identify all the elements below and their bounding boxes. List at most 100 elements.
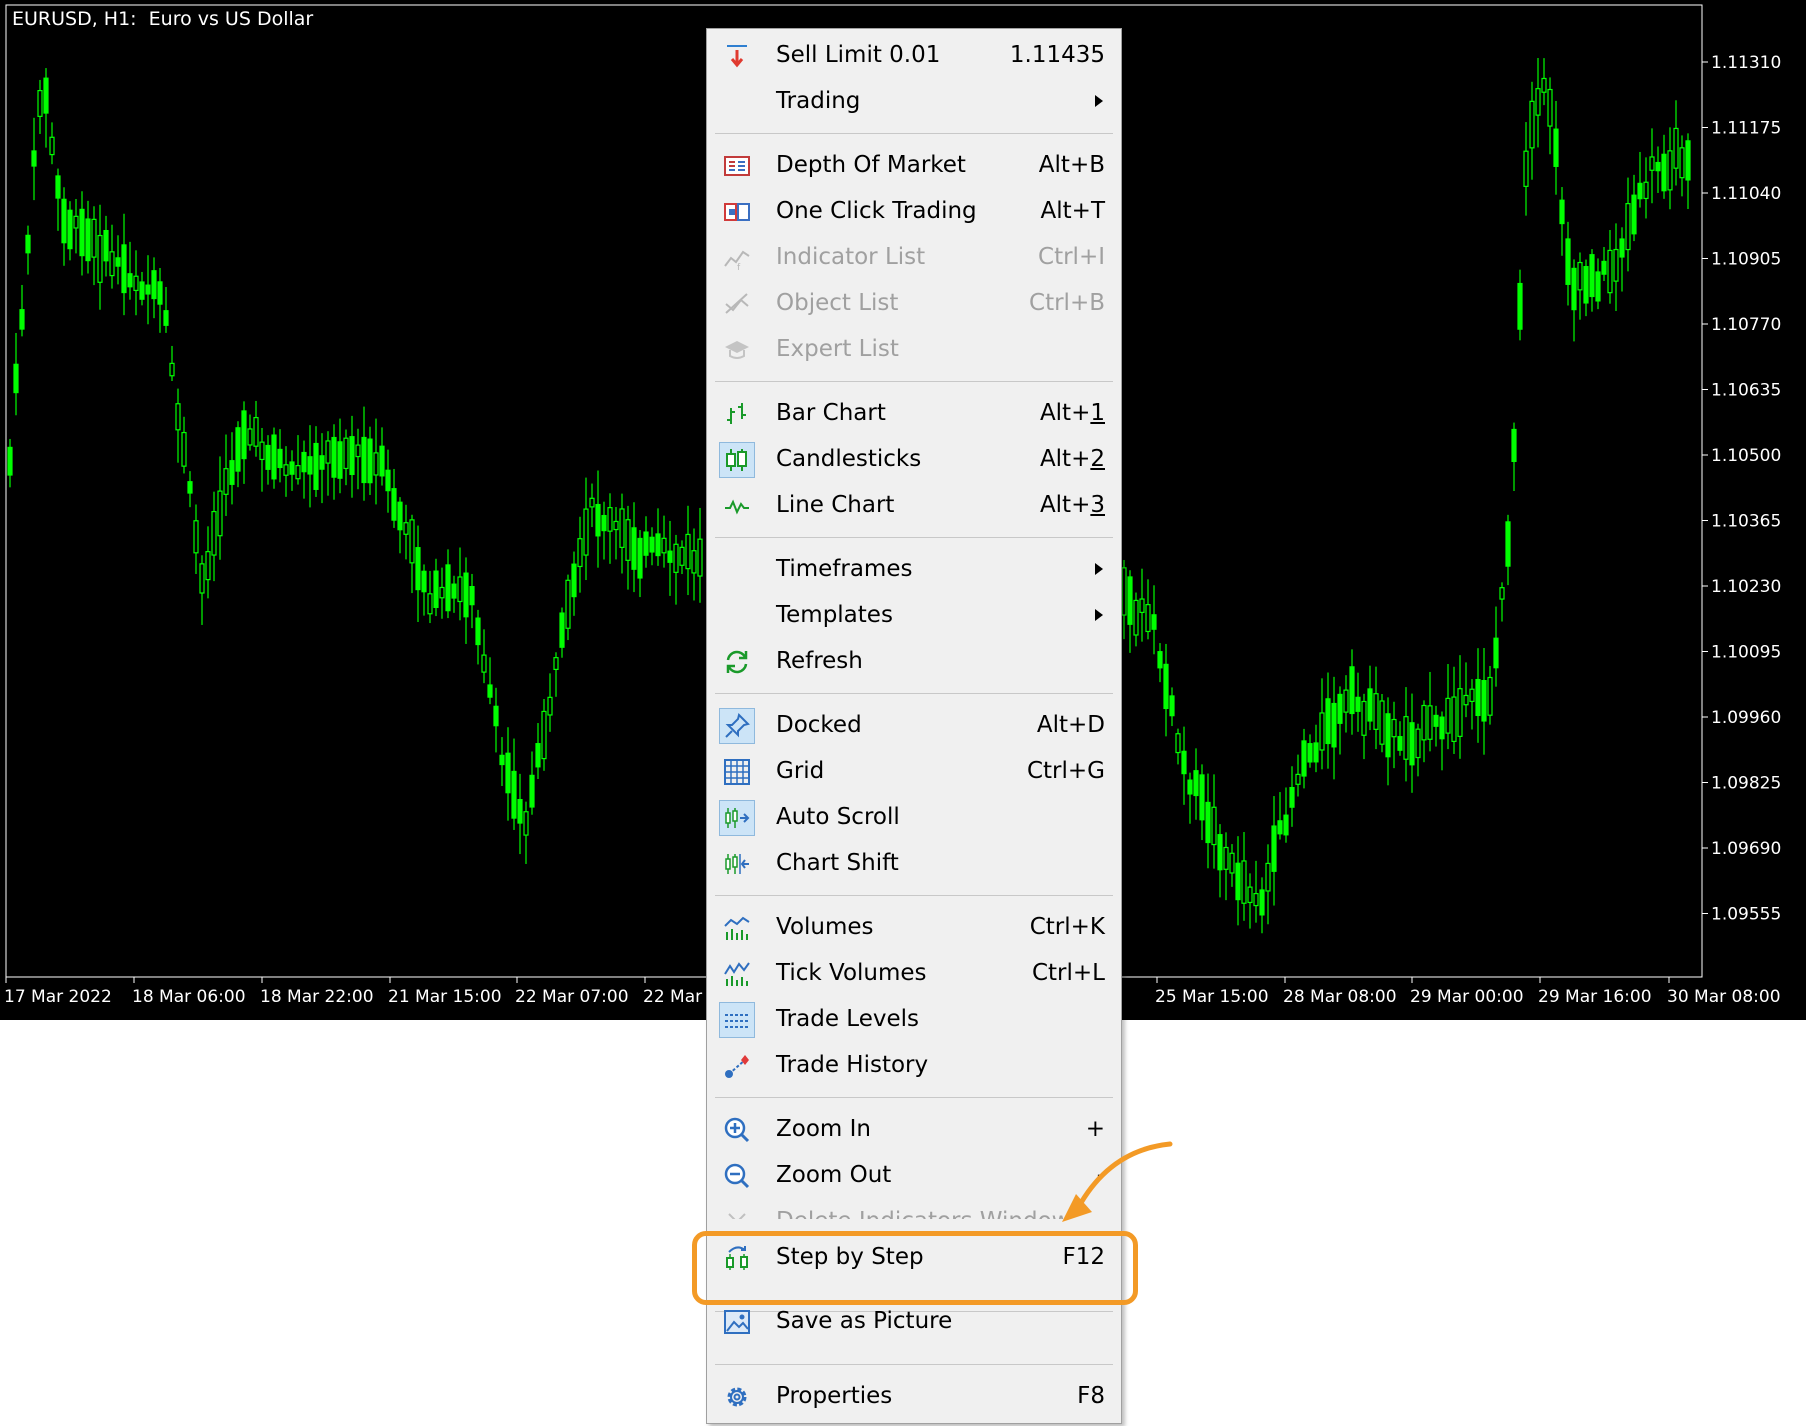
candle	[1451, 666, 1457, 754]
menu-item-depth-of-market[interactable]: Depth Of Market Alt+B	[715, 143, 1113, 189]
candle	[1679, 135, 1685, 197]
candle	[175, 388, 181, 463]
menu-item-label: Indicator List	[776, 244, 926, 270]
candle	[1193, 748, 1199, 820]
candle	[1577, 252, 1583, 320]
menu-item-candlesticks[interactable]: Candlesticks Alt+2	[715, 437, 1113, 483]
menu-item-label: Properties	[776, 1383, 893, 1409]
menu-item-templates[interactable]: Templates	[715, 593, 1113, 639]
candle	[1469, 679, 1475, 730]
menu-item-docked[interactable]: Docked Alt+D	[715, 703, 1113, 749]
menu-item-timeframes[interactable]: Timeframes	[715, 547, 1113, 593]
candle	[1211, 774, 1217, 869]
candle	[19, 284, 25, 337]
candle	[1667, 127, 1673, 210]
menu-item-tick-volumes[interactable]: Tick Volumes Ctrl+L	[715, 951, 1113, 997]
candle	[7, 438, 13, 488]
candle	[1289, 766, 1295, 827]
candle	[253, 400, 259, 457]
candle	[1181, 726, 1187, 805]
menu-separator	[715, 895, 1113, 896]
candle	[415, 525, 421, 622]
candle	[1199, 764, 1205, 841]
candle	[529, 751, 535, 815]
candle	[1439, 711, 1445, 771]
candle	[1139, 568, 1145, 642]
candle	[409, 514, 415, 594]
time-axis-label: 17 Mar 2022	[4, 987, 112, 1007]
candle	[1415, 723, 1421, 777]
candle	[463, 557, 469, 644]
candle	[637, 530, 643, 598]
price-axis-label: 1.11040	[1711, 184, 1781, 204]
menu-item-line-chart[interactable]: Line Chart Alt+3	[715, 483, 1113, 529]
candle	[1511, 422, 1517, 492]
price-axis-label: 1.10095	[1711, 643, 1781, 663]
candle	[61, 187, 67, 266]
candle	[1589, 249, 1595, 312]
candle	[1517, 269, 1523, 341]
menu-item-shortcut: Ctrl+K	[1029, 914, 1105, 940]
candle	[103, 215, 109, 277]
candle	[361, 406, 367, 501]
candle	[31, 117, 37, 201]
menu-item-label: Delete Indicators Window	[776, 1208, 1071, 1219]
candle	[1145, 579, 1151, 640]
candle	[1223, 832, 1229, 901]
menu-item-trading[interactable]: Trading	[715, 79, 1113, 125]
candle	[259, 427, 265, 492]
candle	[13, 332, 19, 416]
menu-item-auto-scroll[interactable]: Auto Scroll	[715, 795, 1113, 841]
menu-item-shortcut: Ctrl+L	[1031, 960, 1105, 986]
menu-item-chart-shift[interactable]: Chart Shift	[715, 841, 1113, 887]
candle	[1313, 724, 1319, 773]
menu-item-label: Trade History	[776, 1052, 929, 1078]
time-axis-label: 25 Mar 15:00	[1155, 987, 1269, 1007]
candle	[1319, 678, 1325, 770]
menu-item-one-click-trading[interactable]: One Click Trading Alt+T	[715, 189, 1113, 235]
candle	[1637, 151, 1643, 208]
candle	[631, 502, 637, 593]
candle	[145, 255, 151, 325]
candle	[127, 241, 133, 300]
menu-item-trade-levels[interactable]: Trade Levels	[715, 997, 1113, 1043]
candle	[499, 737, 505, 787]
menu-item-shortcut: Alt+B	[1038, 152, 1105, 178]
candle	[1253, 860, 1259, 923]
candle	[445, 549, 451, 619]
menu-item-bar-chart[interactable]: Bar Chart Alt+1	[715, 391, 1113, 437]
candle	[205, 526, 211, 599]
candle	[211, 491, 217, 582]
candle	[1175, 728, 1181, 765]
candle	[589, 483, 595, 528]
candle	[691, 528, 697, 601]
candle	[1301, 728, 1307, 789]
candle	[91, 206, 97, 286]
candle	[649, 527, 655, 566]
menu-item-refresh[interactable]: Refresh	[715, 639, 1113, 685]
callout-arrow-icon	[1062, 1141, 1173, 1222]
menu-item-volumes[interactable]: Volumes Ctrl+K	[715, 905, 1113, 951]
candle	[451, 575, 457, 613]
candle	[277, 429, 283, 483]
candle	[1499, 582, 1505, 622]
menu-item-save-as-picture[interactable]: Save as Picture	[715, 1299, 1113, 1345]
candle	[1475, 648, 1481, 743]
menu-item-properties[interactable]: Properties F8	[715, 1374, 1113, 1420]
candle	[1583, 259, 1589, 317]
menu-item-label: Timeframes	[776, 556, 913, 582]
candle	[571, 551, 577, 616]
candle	[1529, 81, 1535, 180]
menu-item-trade-history[interactable]: Trade History	[715, 1043, 1113, 1089]
candle	[1685, 133, 1691, 210]
menu-item-sell-limit[interactable]: Sell Limit 0.01 1.11435	[715, 33, 1113, 79]
candle	[1487, 665, 1493, 725]
candle	[1307, 734, 1313, 768]
candle	[289, 450, 295, 491]
price-axis-label: 1.10230	[1711, 577, 1781, 597]
menu-item-grid[interactable]: Grid Ctrl+G	[715, 749, 1113, 795]
candle	[439, 567, 445, 619]
time-axis-label: 18 Mar 22:00	[260, 987, 374, 1007]
candle	[229, 432, 235, 505]
candle	[1607, 230, 1613, 304]
